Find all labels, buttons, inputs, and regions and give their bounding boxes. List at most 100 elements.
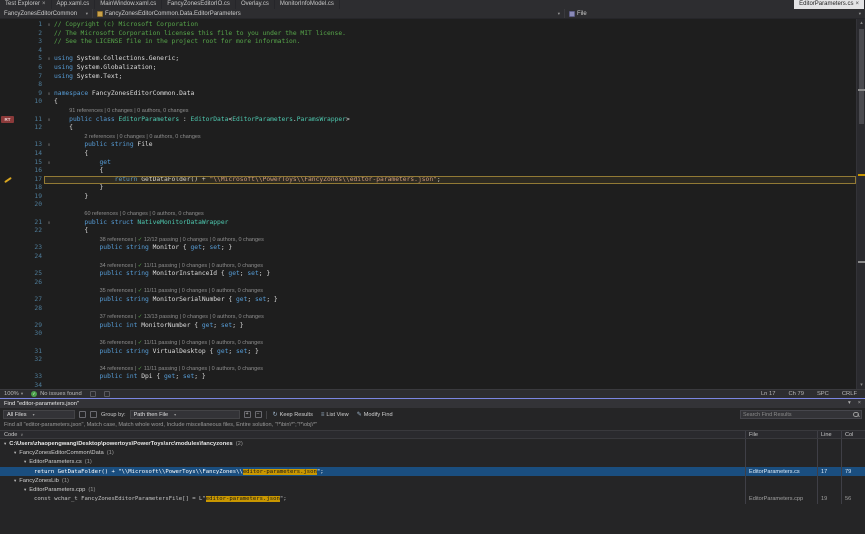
breakpoint-margin[interactable] bbox=[0, 150, 16, 159]
find-panel-header[interactable]: Find "editor-parameters.json" ▾ × bbox=[0, 399, 865, 408]
document-health-indicator[interactable]: ✓ No issues found bbox=[31, 391, 82, 397]
code-line[interactable]: 27 public string MonitorSerialNumber { g… bbox=[0, 296, 856, 305]
find-result-group-row[interactable]: ▾EditorParameters.cs(1) bbox=[0, 458, 865, 467]
code-line[interactable]: 19 } bbox=[0, 193, 856, 202]
codelens-row[interactable]: 2 references | 0 changes | 0 authors, 0 … bbox=[0, 133, 856, 142]
breakpoint-margin[interactable] bbox=[0, 305, 16, 314]
code-line[interactable]: 16 { bbox=[0, 167, 856, 176]
breakpoint-margin[interactable] bbox=[0, 21, 16, 30]
code-text[interactable] bbox=[54, 305, 856, 314]
breakpoint-margin[interactable] bbox=[0, 201, 16, 210]
status-icon[interactable] bbox=[104, 391, 110, 397]
code-text[interactable] bbox=[54, 279, 856, 288]
code-line[interactable]: 3// See the LICENSE file in the project … bbox=[0, 38, 856, 47]
fold-chevron-icon[interactable]: ∨ bbox=[44, 21, 54, 30]
expand-arrow-icon[interactable]: ▾ bbox=[24, 459, 26, 465]
code-line[interactable]: 30 bbox=[0, 330, 856, 339]
find-result-group-row[interactable]: ▾FancyZonesLib(1) bbox=[0, 476, 865, 485]
breakpoint-margin[interactable] bbox=[0, 184, 16, 193]
code-line[interactable]: 17 return GetDataFolder() + "\\Microsoft… bbox=[0, 176, 856, 185]
status-line[interactable]: Ln 17 bbox=[761, 391, 776, 397]
breakpoint-margin[interactable] bbox=[0, 356, 16, 365]
code-line[interactable]: 23 public string Monitor { get; set; } bbox=[0, 244, 856, 253]
code-text[interactable]: using System.Collections.Generic; bbox=[54, 55, 856, 64]
code-line[interactable]: 20 bbox=[0, 201, 856, 210]
code-text[interactable]: public string File bbox=[54, 141, 856, 150]
search-find-results-box[interactable] bbox=[740, 410, 862, 419]
tab-monitorinfomodel-cs[interactable]: MonitorInfoModel.cs bbox=[275, 0, 340, 9]
breakpoint-margin[interactable] bbox=[0, 38, 16, 47]
code-line[interactable]: 31 public string VirtualDesktop { get; s… bbox=[0, 348, 856, 357]
code-line[interactable]: 9∨namespace FancyZonesEditorCommon.Data bbox=[0, 90, 856, 99]
code-text[interactable]: // See the LICENSE file in the project r… bbox=[54, 38, 856, 47]
breakpoint-margin[interactable] bbox=[0, 382, 16, 389]
code-text[interactable]: // Copyright (c) Microsoft Corporation bbox=[54, 21, 856, 30]
find-result-group-row[interactable]: ▾EditorParameters.cpp(1) bbox=[0, 485, 865, 494]
codelens-text[interactable]: 34 references | ✓ 11/11 passing | 0 chan… bbox=[54, 262, 856, 271]
code-line[interactable]: 1∨// Copyright (c) Microsoft Corporation bbox=[0, 21, 856, 30]
codelens-text[interactable]: 35 references | ✓ 11/11 passing | 0 chan… bbox=[54, 287, 856, 296]
tab-editorparameters-cs[interactable]: EditorParameters.cs × bbox=[794, 0, 865, 9]
code-line[interactable]: 24 bbox=[0, 253, 856, 262]
code-line[interactable]: 33 public int Dpi { get; set; } bbox=[0, 373, 856, 382]
editor-lines[interactable]: 1∨// Copyright (c) Microsoft Corporation… bbox=[0, 19, 856, 389]
column-header-line[interactable]: Line bbox=[817, 431, 841, 438]
scrollbar-thumb[interactable] bbox=[859, 29, 864, 124]
code-text[interactable]: { bbox=[54, 150, 856, 159]
breakpoint-margin[interactable] bbox=[0, 81, 16, 90]
breakpoint-margin[interactable] bbox=[0, 47, 16, 56]
breakpoint-margin[interactable]: RT bbox=[0, 116, 16, 125]
collapse-all-icon[interactable]: − bbox=[255, 411, 262, 418]
scroll-up-icon[interactable]: ▴ bbox=[857, 19, 865, 27]
code-text[interactable]: return GetDataFolder() + "\\Microsoft\\P… bbox=[54, 176, 856, 185]
code-text[interactable]: } bbox=[54, 193, 856, 202]
type-dropdown[interactable]: FancyZonesEditorCommon.Data.EditorParame… bbox=[93, 9, 565, 18]
code-line[interactable]: 12 { bbox=[0, 124, 856, 133]
fold-chevron-icon[interactable]: ∨ bbox=[44, 116, 54, 125]
breakpoint-margin[interactable] bbox=[0, 55, 16, 64]
code-editor[interactable]: 1∨// Copyright (c) Microsoft Corporation… bbox=[0, 19, 865, 389]
find-result-match-row[interactable]: return GetDataFolder() + "\\Microsoft\\P… bbox=[0, 467, 865, 476]
code-filter-dropdown[interactable]: Code ∨ bbox=[0, 431, 27, 438]
code-text[interactable]: { bbox=[54, 227, 856, 236]
code-text[interactable]: { bbox=[54, 98, 856, 107]
codelens-row[interactable]: 38 references | ✓ 12/12 passing | 0 chan… bbox=[0, 236, 856, 245]
breakpoint-margin[interactable] bbox=[0, 98, 16, 107]
code-line[interactable]: 14 { bbox=[0, 150, 856, 159]
breakpoint-margin[interactable] bbox=[0, 330, 16, 339]
codelens-text[interactable]: 91 references | 0 changes | 0 authors, 0… bbox=[54, 107, 856, 116]
codelens-text[interactable]: 37 references | ✓ 13/13 passing | 0 chan… bbox=[54, 313, 856, 322]
code-line[interactable]: 15∨ get bbox=[0, 159, 856, 168]
member-dropdown[interactable]: File ▾ bbox=[565, 9, 865, 18]
breakpoint-margin[interactable] bbox=[0, 90, 16, 99]
code-text[interactable]: public int MonitorNumber { get; set; } bbox=[54, 322, 856, 331]
code-text[interactable]: public struct NativeMonitorDataWrapper bbox=[54, 219, 856, 228]
fold-chevron-icon[interactable]: ∨ bbox=[44, 141, 54, 150]
open-file-icon[interactable] bbox=[79, 411, 86, 418]
codelens-row[interactable]: 36 references | ✓ 11/11 passing | 0 chan… bbox=[0, 339, 856, 348]
tab-app-xaml-cs[interactable]: App.xaml.cs bbox=[52, 0, 96, 9]
breakpoint-margin[interactable] bbox=[0, 244, 16, 253]
code-text[interactable]: { bbox=[54, 167, 856, 176]
codelens-text[interactable]: 2 references | 0 changes | 0 authors, 0 … bbox=[54, 133, 856, 142]
code-text[interactable]: public string Monitor { get; set; } bbox=[54, 244, 856, 253]
breakpoint-margin[interactable] bbox=[0, 287, 16, 296]
code-line[interactable]: 18 } bbox=[0, 184, 856, 193]
expand-arrow-icon[interactable]: ▾ bbox=[14, 450, 16, 456]
fold-chevron-icon[interactable]: ∨ bbox=[44, 90, 54, 99]
fold-chevron-icon[interactable]: ∨ bbox=[44, 219, 54, 228]
expand-arrow-icon[interactable]: ▾ bbox=[4, 441, 6, 447]
code-line[interactable]: RT11∨ public class EditorParameters : Ed… bbox=[0, 116, 856, 125]
code-text[interactable]: public string VirtualDesktop { get; set;… bbox=[54, 348, 856, 357]
find-result-group-row[interactable]: ▾C:\Users\zhaopengwang\Desktop\powertoys… bbox=[0, 439, 865, 448]
code-text[interactable] bbox=[54, 356, 856, 365]
code-text[interactable]: public int Dpi { get; set; } bbox=[54, 373, 856, 382]
tab-overlay-cs[interactable]: Overlay.cs bbox=[236, 0, 275, 9]
code-line[interactable]: 32 bbox=[0, 356, 856, 365]
breakpoint-margin[interactable] bbox=[0, 270, 16, 279]
tab-mainwindow-xaml-cs[interactable]: MainWindow.xaml.cs bbox=[95, 0, 162, 9]
fold-chevron-icon[interactable]: ∨ bbox=[44, 55, 54, 64]
scroll-down-icon[interactable]: ▾ bbox=[857, 381, 865, 389]
status-icon[interactable] bbox=[90, 391, 96, 397]
close-icon[interactable]: × bbox=[858, 399, 861, 408]
